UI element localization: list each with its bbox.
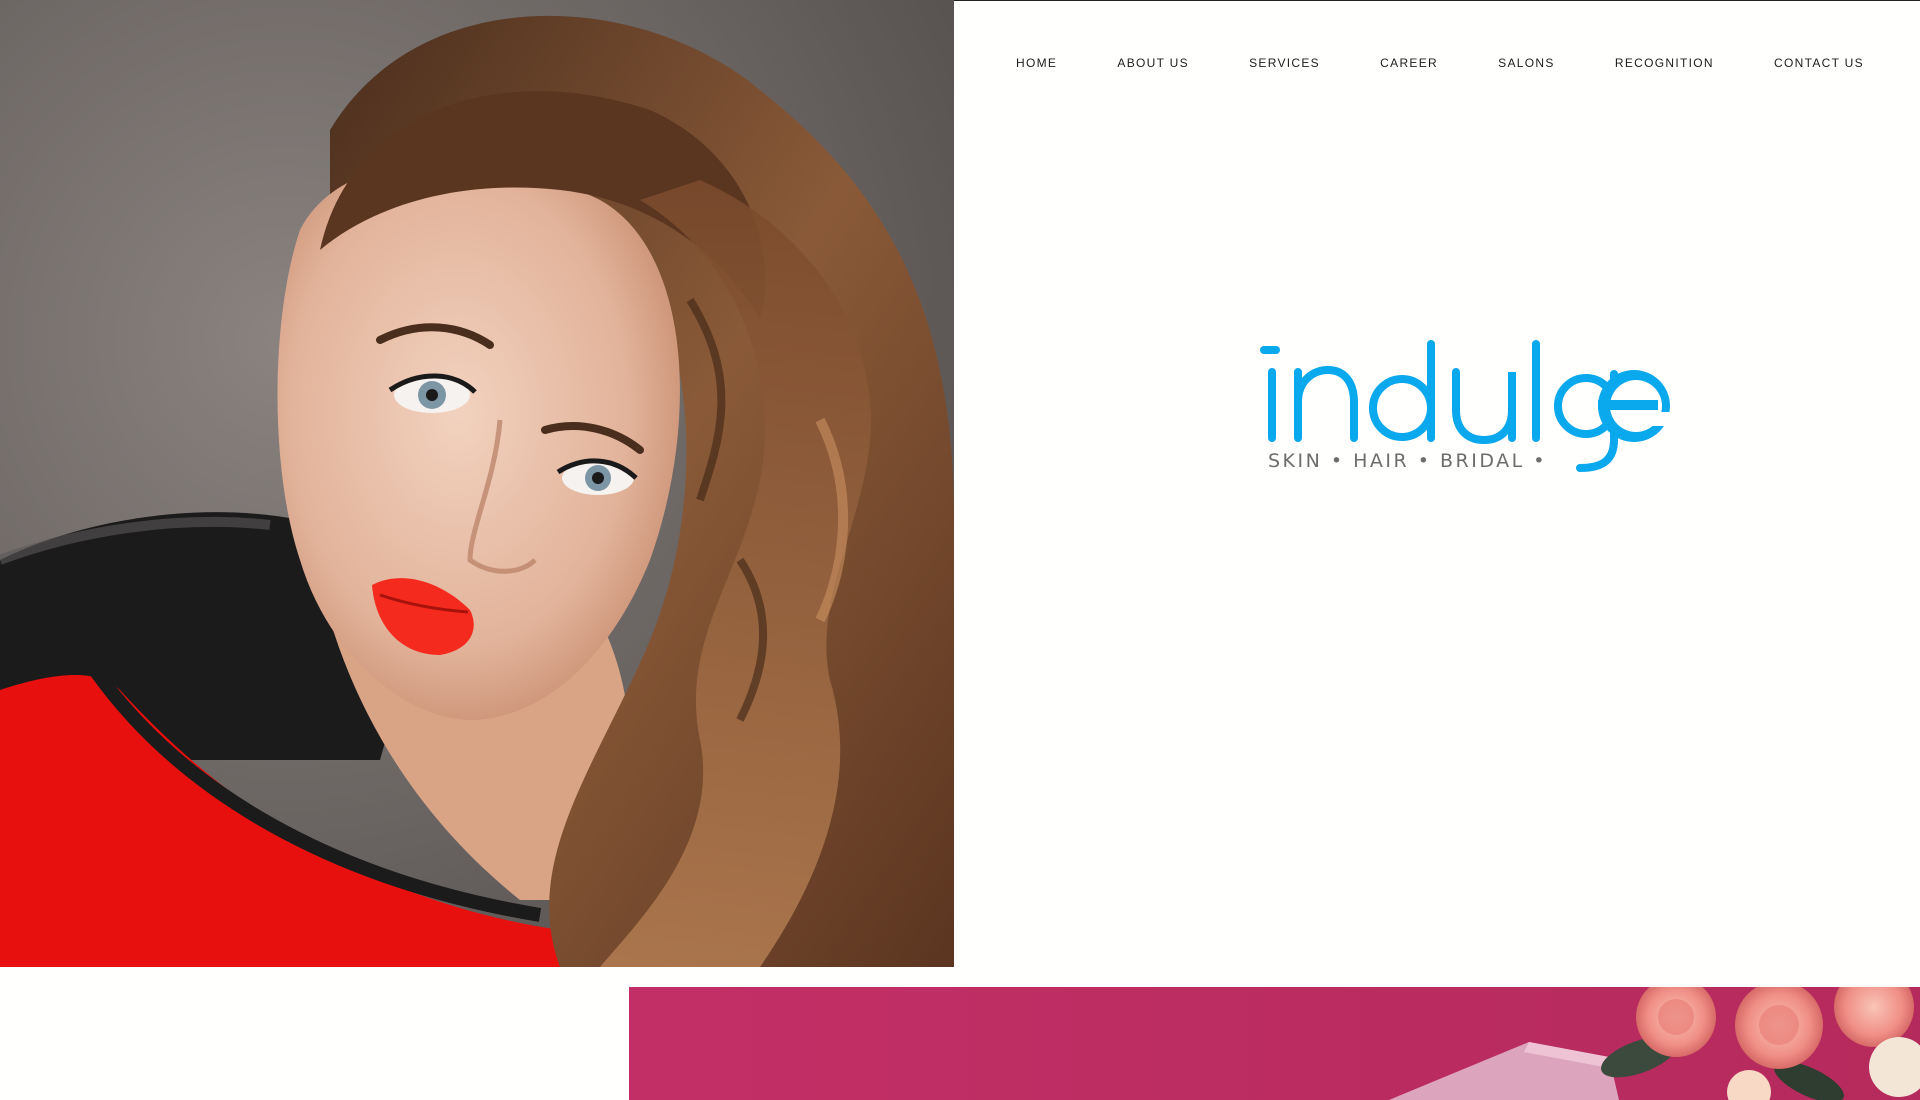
promo-banner-image	[629, 987, 1920, 1100]
nav-services-link[interactable]: SERVICES	[1233, 52, 1336, 74]
nav-about-us-link[interactable]: ABOUT US	[1101, 52, 1205, 74]
brand-logo[interactable]: SKIN • HAIR • BRIDAL •	[1260, 330, 1672, 480]
nav-salons-link[interactable]: SALONS	[1482, 52, 1571, 74]
logo-tagline: SKIN • HAIR • BRIDAL •	[1268, 450, 1547, 472]
nav-recognition-link[interactable]: RECOGNITION	[1599, 52, 1730, 74]
header-top-border	[954, 0, 1920, 1]
hero-portrait-image	[0, 0, 954, 967]
nav-home-link[interactable]: HOME	[1000, 52, 1073, 74]
main-navigation: HOME ABOUT US SERVICES CAREER SALONS REC…	[1000, 52, 1880, 74]
landing-page: HOME ABOUT US SERVICES CAREER SALONS REC…	[0, 0, 1920, 1100]
logo-wordmark-icon	[1260, 340, 1672, 472]
nav-career-link[interactable]: CAREER	[1364, 52, 1454, 74]
nav-contact-us-link[interactable]: CONTACT US	[1758, 52, 1880, 74]
